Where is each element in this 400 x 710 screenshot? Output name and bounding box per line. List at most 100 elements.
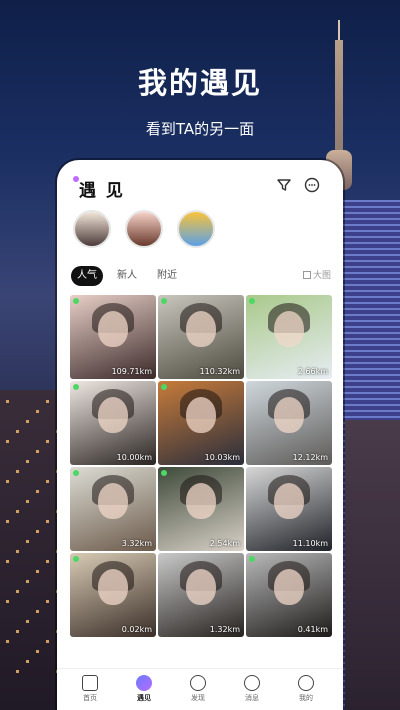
online-indicator xyxy=(161,384,167,390)
portrait-silhouette xyxy=(98,397,128,433)
building-window xyxy=(26,660,29,663)
building-window xyxy=(6,400,9,403)
online-indicator xyxy=(73,384,79,390)
portrait-silhouette xyxy=(186,397,216,433)
profile-card[interactable]: 11.10km xyxy=(246,467,332,551)
tabbar-item-1[interactable]: 遇见 xyxy=(124,675,164,703)
portrait-silhouette xyxy=(274,311,304,347)
portrait-silhouette xyxy=(186,311,216,347)
building-window xyxy=(6,640,9,643)
distance-label: 10.03km xyxy=(204,453,240,462)
distance-label: 10.00km xyxy=(116,453,152,462)
profile-card[interactable]: 10.00km xyxy=(70,381,156,465)
building-window xyxy=(46,600,49,603)
big-view-label: 大图 xyxy=(312,271,331,281)
building-window xyxy=(16,550,19,553)
tabbar-label: 我的 xyxy=(299,694,313,702)
building-window xyxy=(36,490,39,493)
online-indicator xyxy=(161,298,167,304)
profile-card[interactable]: 3.32km xyxy=(70,467,156,551)
portrait-silhouette xyxy=(274,483,304,519)
portrait-silhouette xyxy=(98,311,128,347)
online-indicator xyxy=(73,470,79,476)
distance-label: 12.12km xyxy=(292,453,328,462)
building-window xyxy=(26,620,29,623)
page-title: 遇 见 xyxy=(79,181,125,201)
portrait-silhouette xyxy=(274,569,304,605)
building-window xyxy=(46,400,49,403)
building-window xyxy=(16,590,19,593)
tab-new[interactable]: 新人 xyxy=(111,266,143,286)
distance-label: 0.02km xyxy=(121,625,152,634)
building-window xyxy=(46,560,49,563)
profile-card[interactable]: 10.03km xyxy=(158,381,244,465)
profile-card[interactable]: 12.12km xyxy=(246,381,332,465)
building-window xyxy=(36,570,39,573)
avatar-photo xyxy=(179,212,213,246)
tabbar-item-4[interactable]: 我的 xyxy=(286,675,326,703)
profile-card[interactable]: 2.54km xyxy=(158,467,244,551)
portrait-silhouette xyxy=(98,483,128,519)
building-window xyxy=(46,440,49,443)
online-indicator xyxy=(73,298,79,304)
story-avatar[interactable] xyxy=(125,210,163,248)
building-window xyxy=(36,450,39,453)
building-window xyxy=(36,530,39,533)
discover-icon xyxy=(190,675,206,691)
online-indicator xyxy=(249,556,255,562)
tabbar-label: 遇见 xyxy=(137,694,151,702)
app-header: 遇 见 xyxy=(57,160,343,210)
tabbar-label: 发现 xyxy=(191,694,205,702)
profile-card[interactable]: 2.66km xyxy=(246,295,332,379)
distance-label: 2.66km xyxy=(297,367,328,376)
distance-label: 3.32km xyxy=(121,539,152,548)
profile-card[interactable]: 109.71km xyxy=(70,295,156,379)
bottom-tab-bar: 首页 遇见 发现 消息 我的 xyxy=(57,668,343,710)
story-avatars xyxy=(73,210,333,252)
building-window xyxy=(6,600,9,603)
distance-label: 2.54km xyxy=(209,539,240,548)
compass-feather-icon xyxy=(136,675,152,691)
building-window xyxy=(6,520,9,523)
banner-headline: 我的遇见 xyxy=(137,66,262,100)
distance-label: 109.71km xyxy=(111,367,152,376)
chat-bubble-icon[interactable] xyxy=(303,176,321,194)
building-window xyxy=(26,540,29,543)
building-window xyxy=(46,520,49,523)
building-window xyxy=(26,580,29,583)
profile-icon xyxy=(298,675,314,691)
building-window xyxy=(16,630,19,633)
tabbar-item-3[interactable]: 消息 xyxy=(232,675,272,703)
tabbar-item-0[interactable]: 首页 xyxy=(70,675,110,703)
building-window xyxy=(36,410,39,413)
portrait-silhouette xyxy=(274,397,304,433)
online-indicator xyxy=(161,470,167,476)
online-indicator xyxy=(73,556,79,562)
portrait-silhouette xyxy=(98,569,128,605)
building-window xyxy=(6,440,9,443)
profile-card[interactable]: 0.41km xyxy=(246,553,332,637)
tab-popular[interactable]: 人气 xyxy=(71,266,103,286)
building-window xyxy=(26,500,29,503)
profile-card[interactable]: 0.02km xyxy=(70,553,156,637)
tab-nearby[interactable]: 附近 xyxy=(151,266,183,286)
story-avatar[interactable] xyxy=(177,210,215,248)
banner-subline: 看到TA的另一面 xyxy=(145,120,255,138)
tabbar-label: 首页 xyxy=(83,694,97,702)
distance-label: 1.32km xyxy=(209,625,240,634)
building-window xyxy=(6,560,9,563)
tabbar-label: 消息 xyxy=(245,694,259,702)
distance-label: 11.10km xyxy=(292,539,328,548)
city-buildings-right xyxy=(345,420,400,710)
big-view-toggle[interactable]: 大图 xyxy=(302,266,331,286)
profile-card[interactable]: 110.32km xyxy=(158,295,244,379)
building-window xyxy=(46,480,49,483)
story-avatar[interactable] xyxy=(73,210,111,248)
profile-card[interactable]: 1.32km xyxy=(158,553,244,637)
building-window xyxy=(16,430,19,433)
building-window xyxy=(16,470,19,473)
filter-icon[interactable] xyxy=(275,176,293,194)
tabbar-item-2[interactable]: 发现 xyxy=(178,675,218,703)
online-indicator xyxy=(249,298,255,304)
portrait-silhouette xyxy=(186,569,216,605)
